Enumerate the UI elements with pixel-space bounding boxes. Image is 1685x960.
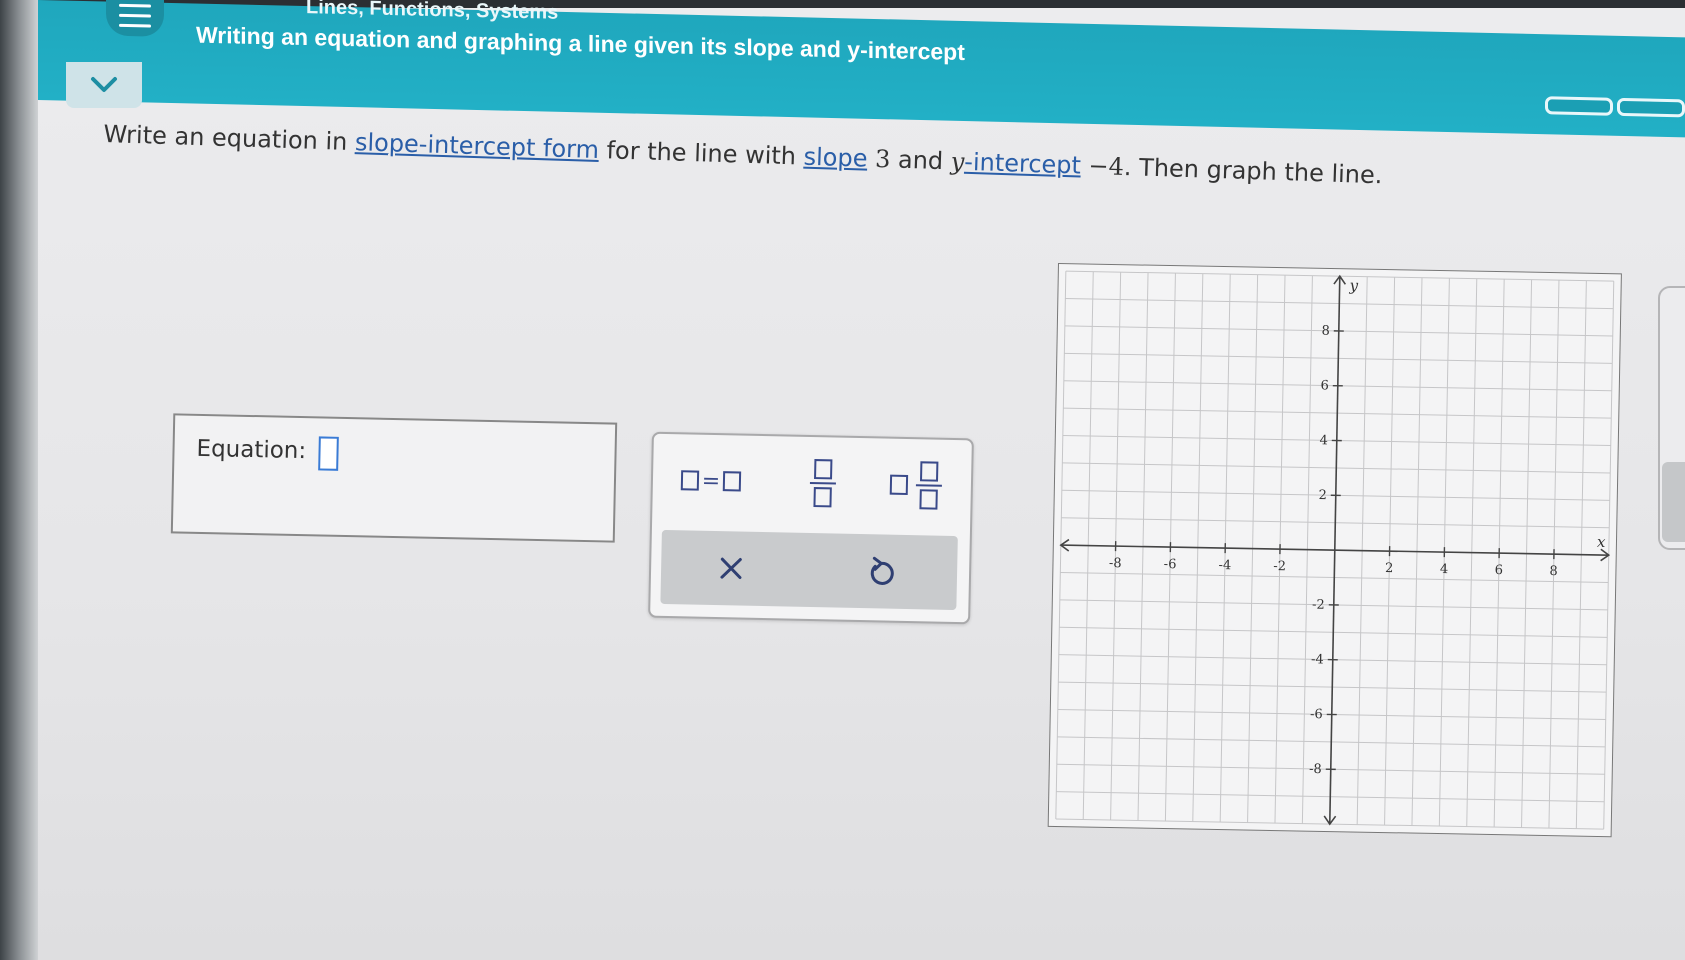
y-tick-label: -8 <box>1309 762 1322 777</box>
undo-icon <box>870 556 894 585</box>
menu-icon[interactable] <box>106 0 164 37</box>
x-icon <box>720 557 742 580</box>
x-axis-label: x <box>1597 533 1606 551</box>
x-tick-label: -4 <box>1218 558 1231 573</box>
y-tick-label: -4 <box>1311 652 1324 667</box>
slope-link[interactable]: slope <box>803 143 868 173</box>
chevron-down-icon <box>91 77 117 92</box>
y-axis-label: y <box>1348 276 1358 294</box>
y-tick-label: -2 <box>1312 598 1325 613</box>
equals-sign: = <box>701 468 721 494</box>
placeholder-box-icon <box>722 471 742 492</box>
slope-intercept-form-link[interactable]: slope-intercept form <box>355 128 600 164</box>
keypad-action-bar <box>660 529 958 611</box>
mixed-number-icon <box>889 461 942 510</box>
lesson-header: Lines, Functions, Systems Writing an equ… <box>38 0 1685 138</box>
undo-button[interactable] <box>841 544 922 600</box>
page: Lines, Functions, Systems Writing an equ… <box>0 0 1685 960</box>
y-intercept-link[interactable]: -intercept <box>964 148 1082 180</box>
question-text-part: . Then graph the line. <box>1123 152 1383 190</box>
page-title: Writing an equation and graphing a line … <box>196 21 965 66</box>
question-text: Write an equation in slope-intercept for… <box>103 120 1383 189</box>
question-text-part: Write an equation in <box>103 120 356 157</box>
y-tick-label: 4 <box>1319 433 1328 448</box>
screen-bezel <box>0 0 38 960</box>
progress-segment <box>1545 96 1613 116</box>
x-tick-label: -6 <box>1164 557 1177 572</box>
coordinate-graph[interactable]: -8 -6 -4 -2 2 4 6 8 8 6 4 2 -2 -4 -6 -8 x y <box>1047 263 1622 838</box>
progress-indicator <box>1545 96 1685 118</box>
answer-box: Equation: <box>170 413 618 543</box>
math-keypad: = <box>648 431 974 625</box>
x-tick-label: 6 <box>1495 563 1504 578</box>
question-text-part: and <box>889 145 952 176</box>
intercept-value: −4 <box>1088 151 1125 181</box>
x-tick-label: 2 <box>1385 561 1394 576</box>
x-tick-label: -8 <box>1109 556 1122 571</box>
progress-segment <box>1617 97 1685 118</box>
y-variable: y <box>950 147 965 176</box>
y-tick-label: 8 <box>1321 324 1330 339</box>
placeholder-box-icon <box>680 470 699 491</box>
x-tick-label: 8 <box>1549 564 1558 579</box>
x-tick-label: 4 <box>1440 562 1449 577</box>
slope-value: 3 <box>874 144 891 174</box>
side-panel-handle[interactable] <box>1662 462 1685 542</box>
equals-template-button[interactable]: = <box>671 458 752 504</box>
y-tick-label: -6 <box>1310 707 1323 722</box>
x-tick-label: -2 <box>1273 559 1286 574</box>
fraction-icon <box>809 459 836 508</box>
y-tick-label: 6 <box>1320 378 1329 393</box>
collapse-button[interactable] <box>66 62 142 108</box>
clear-button[interactable] <box>691 541 772 597</box>
fraction-button[interactable] <box>800 455 845 512</box>
equation-label: Equation: <box>196 435 307 465</box>
graph-canvas[interactable]: -8 -6 -4 -2 2 4 6 8 8 6 4 2 -2 -4 -6 -8 x y <box>1047 263 1622 838</box>
question-text-part: for the line with <box>598 136 805 171</box>
equation-input[interactable] <box>318 436 339 471</box>
mixed-number-button[interactable] <box>880 456 951 513</box>
breadcrumb[interactable]: Lines, Functions, Systems <box>306 0 558 25</box>
y-tick-label: 2 <box>1318 488 1327 503</box>
